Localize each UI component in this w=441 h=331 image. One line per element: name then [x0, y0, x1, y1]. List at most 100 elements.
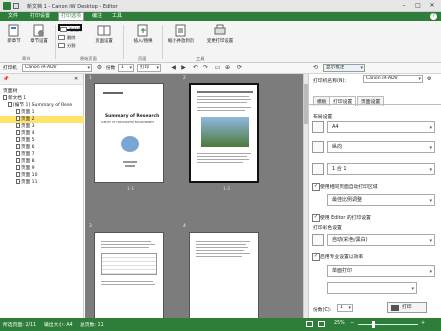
panel-copies-input[interactable]: 1 [337, 304, 353, 312]
panel-print-button[interactable]: 打印 [387, 302, 427, 313]
pages-per-sheet-select[interactable]: 1 合 1 [327, 163, 435, 175]
paste-page-button[interactable]: 粘贴页 [58, 24, 82, 32]
maximize-button[interactable]: □ [412, 2, 424, 10]
menu-file[interactable]: 文件 [6, 13, 20, 20]
duplex-select[interactable]: 单面打印 [327, 265, 435, 277]
page-tree-title: 页面树 [3, 89, 18, 94]
page-tree-panel: 页面树 新文档 1 [编节 1] Summary of Rese 页面 1 页面… [0, 85, 84, 318]
print-area-select[interactable]: 最佳比例调整 [327, 194, 435, 206]
zoom-icon[interactable]: ⊕ [224, 65, 231, 71]
redo-icon[interactable]: ↷ [202, 65, 209, 71]
copies-input[interactable]: 1 [118, 64, 134, 72]
orientation-icon [312, 141, 324, 153]
undo-icon[interactable]: ↶ [192, 65, 199, 71]
printer-settings-icon [214, 24, 226, 35]
new-chapter-button[interactable]: 新章节 [4, 24, 24, 44]
tree-item-page[interactable]: 页面 8 [0, 158, 84, 165]
panel-settings-icon[interactable]: ⚙ [427, 76, 431, 82]
fit-width-icon[interactable] [318, 321, 325, 327]
show-settings-button[interactable]: 显示批注 [323, 64, 365, 72]
orientation-select[interactable]: 纵向 [327, 141, 435, 153]
printer-name-label: 打印机名称(N): [313, 79, 346, 84]
text-line [197, 107, 251, 108]
quick-save-icon[interactable] [13, 3, 19, 9]
color-mode-select[interactable]: 自动(彩色/黑白) [327, 234, 435, 246]
printer-label: 打印机 [3, 66, 17, 71]
rotate-icon[interactable]: ⟳ [236, 65, 243, 71]
zoom-slider-thumb[interactable] [372, 321, 375, 328]
paper-size-icon [312, 121, 324, 133]
page-thumbnail[interactable] [189, 232, 259, 320]
paper-size-select[interactable]: A4 [327, 121, 435, 133]
custom-print-area-checkbox[interactable]: 使用相同页面自动打印区域 [312, 183, 378, 191]
reduce-page-button[interactable]: 缩小并放到页 [164, 24, 198, 44]
tree-item-page[interactable]: 页面 9 [0, 165, 84, 172]
zoom-out-icon[interactable]: − [350, 321, 354, 326]
zoom-level: 25% [334, 321, 345, 326]
help-icon[interactable]: ? [430, 13, 437, 20]
menu-print-options[interactable]: 打印选项 [58, 12, 85, 21]
menu-annotation[interactable]: 编注 [90, 13, 104, 20]
panel-printer-select[interactable]: Canon iR-ADV [363, 75, 423, 83]
menu-print-settings[interactable]: 打印设置 [28, 13, 52, 20]
tree-item-page[interactable]: 页面 3 [0, 123, 84, 130]
page-header-line [103, 92, 123, 94]
close-button[interactable]: ✕ [426, 2, 438, 10]
copies-label: 份数 [106, 66, 116, 71]
minimize-button[interactable]: – [398, 2, 410, 10]
reduce-page-icon [175, 24, 186, 37]
split-button[interactable]: 分割 [58, 42, 75, 49]
finishing-select[interactable] [327, 282, 417, 294]
tree-item-page[interactable]: 页面 11 [0, 179, 84, 186]
fit-page-icon[interactable] [306, 321, 313, 327]
tree-item-page[interactable]: 页面 7 [0, 151, 84, 158]
page-footer-line [125, 165, 135, 167]
insert-replace-button[interactable]: 插入/替换 [128, 24, 158, 44]
view-icon[interactable]: ▭ [214, 65, 221, 71]
zoom-slider[interactable] [358, 324, 418, 325]
chapter-settings-button[interactable]: 章节设置 [28, 24, 50, 44]
editor-print-settings-checkbox[interactable]: 使用 Editor 的打印设置 [312, 214, 371, 222]
page-icon [16, 151, 20, 156]
menu-tools[interactable]: 工具 [110, 13, 124, 20]
print-button[interactable]: 打印 [137, 64, 161, 72]
document-icon [3, 95, 7, 100]
forward-icon[interactable]: ▶ [180, 65, 187, 71]
page-number: 4 [183, 224, 186, 229]
text-line [196, 253, 250, 254]
page-icon [16, 158, 20, 163]
refresh-icon[interactable]: ⟲ [312, 65, 319, 71]
page-thumbnail[interactable] [94, 232, 164, 320]
tree-item-document[interactable]: 新文档 1 [0, 95, 84, 102]
back-icon[interactable]: ◀ [170, 65, 177, 71]
text-line [101, 281, 153, 282]
text-line [197, 110, 245, 111]
toolbar: 打印机 Canon iR-ADV ⚙ 份数 1 打印 ◀ ▶ ↶ ↷ ▭ ⊕ ⟳… [0, 63, 441, 74]
page-photo [201, 117, 249, 147]
page-layout-button[interactable]: 页面设置 [92, 24, 116, 44]
text-line [196, 244, 246, 245]
page-thumbnail-selected[interactable] [189, 83, 259, 183]
app-icon [3, 2, 11, 10]
tree-item-page[interactable]: 页面 4 [0, 130, 84, 137]
pin-icon[interactable]: 📌 [3, 77, 9, 82]
tree-item-page-selected[interactable]: 页面 2 [0, 116, 84, 123]
tree-item-page[interactable]: 页面 10 [0, 172, 84, 179]
tree-item-page[interactable]: 页面 5 [0, 137, 84, 144]
change-print-settings-button[interactable]: 变更打印设置 [202, 24, 238, 44]
zoom-in-icon[interactable]: + [421, 321, 425, 326]
window-title: 新文档 1 - Canon iW Desktop - Editor [27, 4, 118, 10]
page-thumbnail[interactable]: Summary of Research SURVEY OF FRESHWATER… [94, 83, 164, 183]
page-logo-graphic [121, 136, 139, 152]
printer-select[interactable]: Canon iR-ADV [22, 64, 92, 72]
delete-button[interactable]: 删除 [58, 34, 75, 41]
menu-bar: 文件 打印设置 打印选项 编注 工具 ? [0, 12, 441, 21]
page-footer-line [123, 161, 137, 163]
printer-properties-icon[interactable]: ⚙ [96, 65, 103, 71]
tree-item-chapter[interactable]: [编节 1] Summary of Rese [0, 102, 84, 109]
text-line [197, 159, 249, 160]
tree-item-page[interactable]: 页面 1 [0, 109, 84, 116]
tree-item-page[interactable]: 页面 6 [0, 144, 84, 151]
preset-checkbox[interactable]: 启用专业设置以效率 [312, 253, 363, 261]
close-panel-icon[interactable]: ✕ [74, 76, 78, 82]
